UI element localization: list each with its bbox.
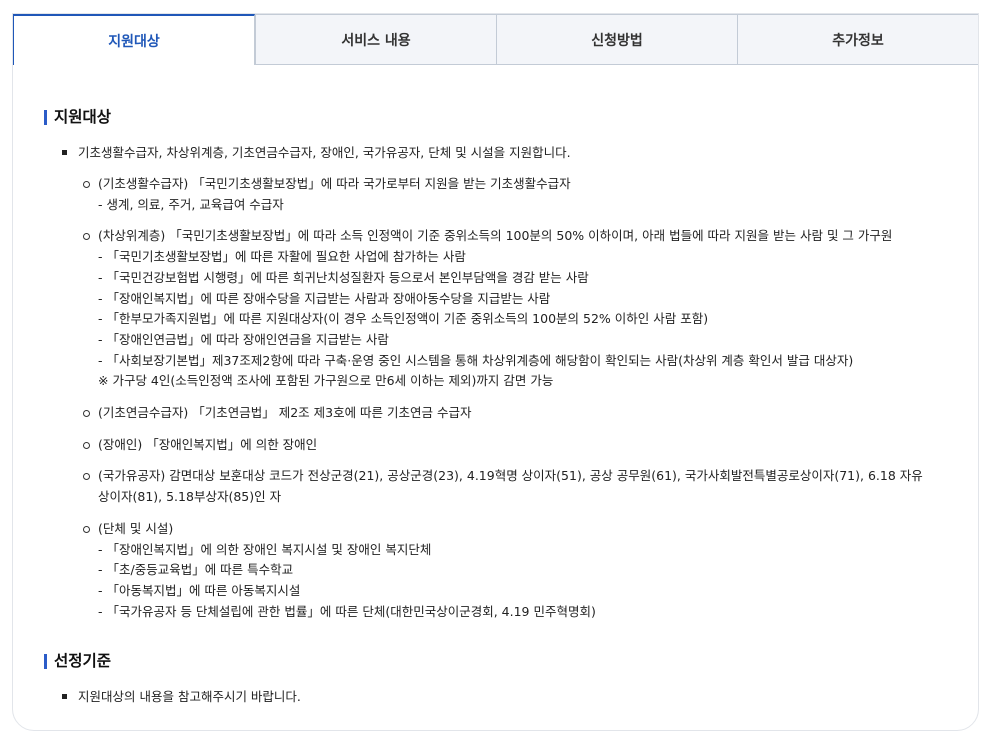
section-title-criteria: 선정기준 bbox=[44, 651, 978, 671]
tab-extra[interactable]: 추가정보 bbox=[737, 14, 978, 64]
list-item-line: - 「국민건강보험법 시행령」에 따른 희귀난치성질환자 등으로서 본인부담액을… bbox=[98, 269, 589, 285]
list-item-line: - 「사회보장기본법」제37조제2항에 따라 구축·운영 중인 시스템을 통해 … bbox=[98, 352, 854, 368]
target-summary-text: 기초생활수급자, 차상위계층, 기초연금수급자, 장애인, 국가유공자, 단체 … bbox=[78, 145, 571, 160]
list-item: (장애인) 「장애인복지법」에 의한 장애인 bbox=[44, 435, 978, 456]
criteria-summary: 지원대상의 내용을 참고해주시기 바랍니다. bbox=[44, 688, 978, 706]
tab-service[interactable]: 서비스 내용 bbox=[255, 14, 496, 64]
list-item: (기초연금수급자) 「기초연금법」 제2조 제3호에 따른 기초연금 수급자 bbox=[44, 403, 978, 424]
list-item-line: (장애인) 「장애인복지법」에 의한 장애인 bbox=[98, 436, 318, 452]
list-item: (차상위계층) 「국민기초생활보장법」에 따라 소득 인정액이 기준 중위소득의… bbox=[44, 226, 978, 392]
list-item-line: - 「초/중등교육법」에 따른 특수학교 bbox=[98, 562, 294, 578]
tab-content: 지원대상 기초생활수급자, 차상위계층, 기초연금수급자, 장애인, 국가유공자… bbox=[13, 65, 978, 706]
list-item-line: - 「국민기초생활보장법」에 따른 자활에 필요한 사업에 참가하는 사람 bbox=[98, 249, 466, 265]
list-item-line: - 「장애인복지법」에 따른 장애수당을 지급받는 사람과 장애아동수당을 지급… bbox=[98, 290, 551, 306]
section-title-target: 지원대상 bbox=[44, 107, 978, 127]
support-info-panel: 지원대상 서비스 내용 신청방법 추가정보 지원대상 기초생활수급자, 차상위계… bbox=[12, 13, 979, 731]
list-item-line: - 「한부모가족지원법」에 따른 지원대상자(이 경우 소득인정액이 기준 중위… bbox=[98, 311, 709, 327]
tab-apply[interactable]: 신청방법 bbox=[496, 14, 737, 64]
list-item-line: (국가유공자) 감면대상 보훈대상 코드가 전상군경(21), 공상군경(23)… bbox=[98, 468, 923, 505]
list-item: (기초생활수급자) 「국민기초생활보장법」에 따라 국가로부터 지원을 받는 기… bbox=[44, 174, 978, 215]
square-bullet-icon bbox=[62, 150, 67, 155]
list-item: (국가유공자) 감면대상 보훈대상 코드가 전상군경(21), 공상군경(23)… bbox=[44, 466, 978, 507]
tab-bar: 지원대상 서비스 내용 신청방법 추가정보 bbox=[13, 14, 978, 65]
list-item-line: - 「국가유공자 등 단체설립에 관한 법률」에 따른 단체(대한민국상이군경회… bbox=[98, 603, 596, 619]
list-item-line: - 「장애인복지법」에 의한 장애인 복지시설 및 장애인 복지단체 bbox=[98, 541, 432, 557]
circle-bullet-icon bbox=[83, 181, 90, 188]
list-item-line: - 생계, 의료, 주거, 교육급여 수급자 bbox=[98, 196, 284, 212]
circle-bullet-icon bbox=[83, 525, 90, 533]
list-item-line: (기초생활수급자) 「국민기초생활보장법」에 따라 국가로부터 지원을 받는 기… bbox=[98, 176, 571, 191]
target-list: (기초생활수급자) 「국민기초생활보장법」에 따라 국가로부터 지원을 받는 기… bbox=[44, 174, 978, 622]
criteria-summary-text: 지원대상의 내용을 참고해주시기 바랍니다. bbox=[78, 689, 301, 705]
list-item-line: ※ 가구당 4인(소득인정액 조사에 포함된 가구원으로 만6세 이하는 제외)… bbox=[98, 373, 554, 389]
circle-bullet-icon bbox=[83, 410, 90, 418]
list-item-line: (단체 및 시설) bbox=[98, 520, 174, 536]
circle-bullet-icon bbox=[83, 441, 90, 449]
list-item-line: (차상위계층) 「국민기초생활보장법」에 따라 소득 인정액이 기준 중위소득의… bbox=[98, 228, 893, 244]
list-item: (단체 및 시설) - 「장애인복지법」에 의한 장애인 복지시설 및 장애인 복… bbox=[44, 519, 978, 623]
circle-bullet-icon bbox=[83, 233, 90, 241]
list-item-line: - 「장애인연금법」에 따라 장애인연금을 지급받는 사람 bbox=[98, 331, 389, 347]
target-summary: 기초생활수급자, 차상위계층, 기초연금수급자, 장애인, 국가유공자, 단체 … bbox=[44, 144, 978, 162]
tab-target[interactable]: 지원대상 bbox=[13, 14, 255, 65]
list-item-line: (기초연금수급자) 「기초연금법」 제2조 제3호에 따른 기초연금 수급자 bbox=[98, 405, 472, 421]
list-item-line: - 「아동복지법」에 따른 아동복지시설 bbox=[98, 582, 301, 598]
circle-bullet-icon bbox=[83, 473, 90, 481]
square-bullet-icon bbox=[62, 694, 67, 700]
